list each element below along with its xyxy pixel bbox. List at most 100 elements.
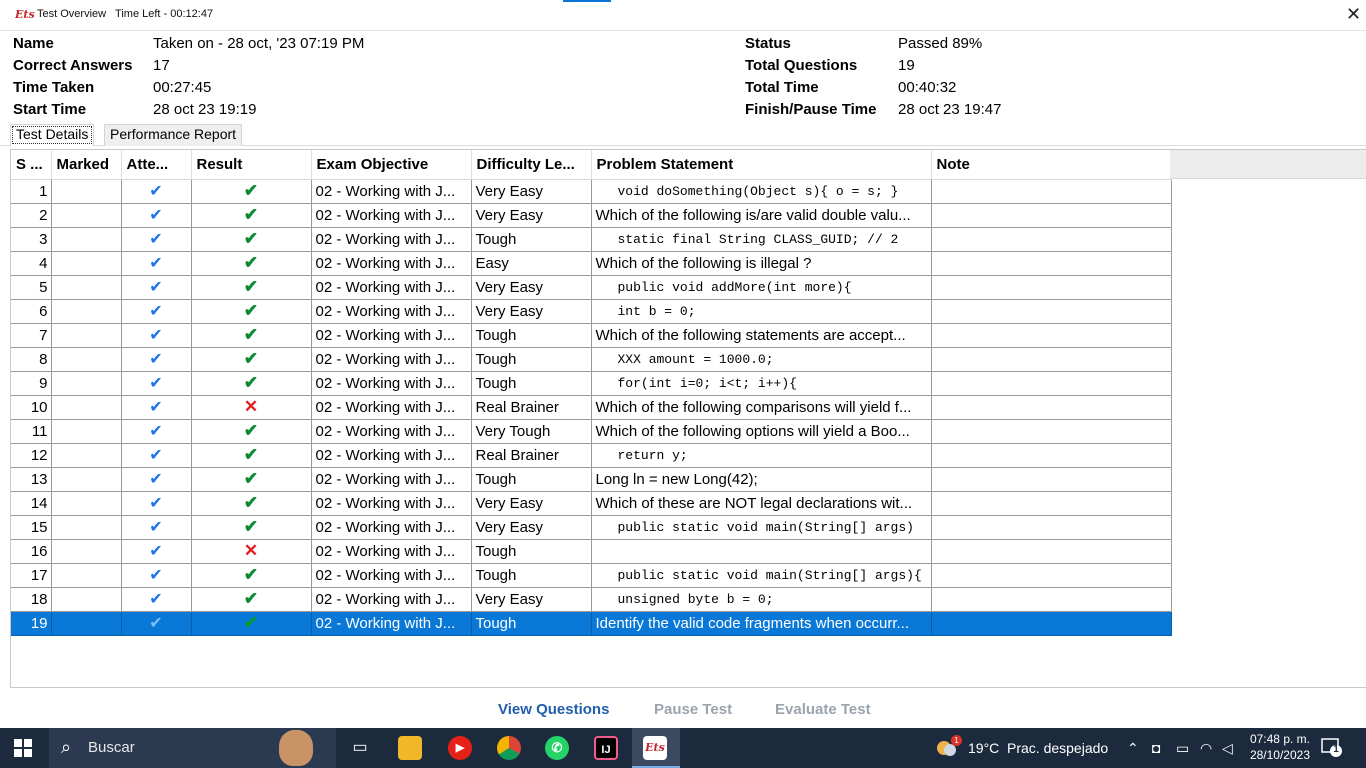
correct-check-icon: ✔ bbox=[243, 325, 259, 344]
cell-exam-objective: 02 - Working with J... bbox=[311, 203, 472, 228]
youtube-music-icon[interactable]: ▶ bbox=[448, 736, 472, 760]
weather-description[interactable]: Prac. despejado bbox=[1007, 740, 1108, 756]
total-time-value: 00:40:32 bbox=[898, 79, 957, 96]
attempted-check-icon: ✔ bbox=[149, 615, 163, 632]
notification-icon[interactable]: 1 bbox=[1320, 737, 1344, 757]
correct-check-icon: ✔ bbox=[243, 205, 259, 224]
table-row[interactable]: 3 ✔ ✔ 02 - Working with J... Tough static fin… bbox=[11, 227, 1172, 252]
table-row[interactable]: 16 ✔ ✕ 02 - Working with J... Tough bbox=[11, 539, 1172, 564]
cell-marked bbox=[51, 227, 122, 252]
cell-exam-objective: 02 - Working with J... bbox=[311, 275, 472, 300]
cell-result: ✔ bbox=[191, 179, 312, 204]
correct-check-icon: ✔ bbox=[243, 301, 259, 320]
cell-difficulty: Real Brainer bbox=[471, 395, 592, 420]
cell-attempted: ✔ bbox=[121, 611, 192, 636]
col-header-serial[interactable]: S ... bbox=[11, 150, 52, 180]
cell-difficulty: Very Tough bbox=[471, 419, 592, 444]
cell-problem-statement: Identify the valid code fragments when o… bbox=[591, 611, 932, 636]
taskbar-clock[interactable]: 07:48 p. m. 28/10/2023 bbox=[1240, 731, 1310, 763]
weather-badge: 1 bbox=[951, 735, 962, 746]
correct-check-icon: ✔ bbox=[243, 253, 259, 272]
cell-difficulty: Very Easy bbox=[471, 515, 592, 540]
col-header-exam-objective[interactable]: Exam Objective bbox=[311, 150, 472, 180]
ets-taskbar-button[interactable]: Ets bbox=[632, 728, 680, 768]
table-row[interactable]: 17 ✔ ✔ 02 - Working with J... Tough public st… bbox=[11, 563, 1172, 588]
col-header-note[interactable]: Note bbox=[931, 150, 1172, 180]
col-header-difficulty[interactable]: Difficulty Le... bbox=[471, 150, 592, 180]
cell-attempted: ✔ bbox=[121, 563, 192, 588]
cell-note bbox=[931, 419, 1172, 444]
cell-problem-statement: public void addMore(int more){ bbox=[591, 275, 932, 300]
col-header-attempted[interactable]: Atte... bbox=[121, 150, 192, 180]
volume-icon[interactable]: ◁ bbox=[1222, 740, 1233, 757]
cell-note bbox=[931, 515, 1172, 540]
file-explorer-icon[interactable] bbox=[398, 736, 422, 760]
wifi-icon[interactable]: ◠ bbox=[1200, 740, 1212, 757]
table-row[interactable]: 15 ✔ ✔ 02 - Working with J... Very Easy publi… bbox=[11, 515, 1172, 540]
cell-attempted: ✔ bbox=[121, 251, 192, 276]
table-row[interactable]: 5 ✔ ✔ 02 - Working with J... Very Easy public… bbox=[11, 275, 1172, 300]
cell-exam-objective: 02 - Working with J... bbox=[311, 587, 472, 612]
attempted-check-icon: ✔ bbox=[149, 495, 163, 512]
table-row[interactable]: 14 ✔ ✔ 02 - Working with J... Very Easy Which… bbox=[11, 491, 1172, 516]
table-row[interactable]: 12 ✔ ✔ 02 - Working with J... Real Brainer re… bbox=[11, 443, 1172, 468]
cell-serial: 12 bbox=[11, 443, 52, 468]
cell-marked bbox=[51, 563, 122, 588]
table-row[interactable]: 7 ✔ ✔ 02 - Working with J... Tough Which of t… bbox=[11, 323, 1172, 348]
chevron-up-icon[interactable]: ⌃ bbox=[1127, 740, 1139, 757]
cell-problem-statement: public static void main(String[] args){ bbox=[591, 563, 932, 588]
table-row[interactable]: 6 ✔ ✔ 02 - Working with J... Very Easy int b … bbox=[11, 299, 1172, 324]
col-header-marked[interactable]: Marked bbox=[51, 150, 122, 180]
taskbar-search[interactable]: ⌕ Buscar bbox=[49, 728, 336, 768]
time-taken-label: Time Taken bbox=[13, 79, 95, 96]
cell-exam-objective: 02 - Working with J... bbox=[311, 539, 472, 564]
table-row[interactable]: 8 ✔ ✔ 02 - Working with J... Tough XXX amount… bbox=[11, 347, 1172, 372]
tab-test-details[interactable]: Test Details bbox=[10, 124, 95, 146]
intellij-icon[interactable]: IJ bbox=[594, 736, 618, 760]
cell-note bbox=[931, 371, 1172, 396]
pause-test-button[interactable]: Pause Test bbox=[654, 701, 732, 718]
finish-time-label: Finish/Pause Time bbox=[745, 101, 877, 118]
table-row[interactable]: 9 ✔ ✔ 02 - Working with J... Tough for(int i=… bbox=[11, 371, 1172, 396]
view-questions-button[interactable]: View Questions bbox=[498, 701, 609, 718]
chrome-icon[interactable] bbox=[497, 736, 521, 760]
cell-serial: 17 bbox=[11, 563, 52, 588]
weather-temp[interactable]: 19°C bbox=[968, 740, 999, 756]
col-header-problem-statement[interactable]: Problem Statement bbox=[591, 150, 932, 180]
cell-attempted: ✔ bbox=[121, 587, 192, 612]
table-row[interactable]: 13 ✔ ✔ 02 - Working with J... Tough Long ln =… bbox=[11, 467, 1172, 492]
correct-check-icon: ✔ bbox=[243, 181, 259, 200]
cell-attempted: ✔ bbox=[121, 227, 192, 252]
evaluate-test-button[interactable]: Evaluate Test bbox=[775, 701, 871, 718]
table-row[interactable]: 10 ✔ ✕ 02 - Working with J... Real Brainer Wh… bbox=[11, 395, 1172, 420]
tab-performance-report[interactable]: Performance Report bbox=[104, 124, 243, 146]
table-row[interactable]: 11 ✔ ✔ 02 - Working with J... Very Tough Whic… bbox=[11, 419, 1172, 444]
table-row[interactable]: 18 ✔ ✔ 02 - Working with J... Very Easy unsig… bbox=[11, 587, 1172, 612]
meet-now-icon[interactable]: ◘ bbox=[1152, 740, 1160, 756]
cell-serial: 18 bbox=[11, 587, 52, 612]
table-row[interactable]: 19 ✔ ✔ 02 - Working with J... Tough Identify … bbox=[11, 611, 1172, 636]
cell-serial: 6 bbox=[11, 299, 52, 324]
cell-difficulty: Very Easy bbox=[471, 299, 592, 324]
whatsapp-icon[interactable]: ✆ bbox=[545, 736, 569, 760]
task-view-icon[interactable]: ▭ bbox=[348, 736, 372, 760]
close-icon[interactable]: ✕ bbox=[1346, 4, 1361, 25]
table-row[interactable]: 1 ✔ ✔ 02 - Working with J... Very Easy void d… bbox=[11, 179, 1172, 204]
status-label: Status bbox=[745, 35, 791, 52]
cell-serial: 14 bbox=[11, 491, 52, 516]
cell-marked bbox=[51, 587, 122, 612]
cell-result: ✔ bbox=[191, 299, 312, 324]
cell-problem-statement: static final String CLASS_GUID; // 2 bbox=[591, 227, 932, 252]
correct-check-icon: ✔ bbox=[243, 445, 259, 464]
cell-difficulty: Tough bbox=[471, 227, 592, 252]
table-row[interactable]: 4 ✔ ✔ 02 - Working with J... Easy Which of th… bbox=[11, 251, 1172, 276]
cell-difficulty: Very Easy bbox=[471, 491, 592, 516]
col-header-result[interactable]: Result bbox=[191, 150, 312, 180]
cell-result: ✕ bbox=[191, 395, 312, 420]
table-row[interactable]: 2 ✔ ✔ 02 - Working with J... Very Easy Which … bbox=[11, 203, 1172, 228]
cell-result: ✔ bbox=[191, 347, 312, 372]
battery-icon[interactable]: ▭ bbox=[1176, 740, 1189, 757]
windows-start-icon[interactable] bbox=[14, 739, 32, 757]
cell-exam-objective: 02 - Working with J... bbox=[311, 563, 472, 588]
attempted-check-icon: ✔ bbox=[149, 231, 163, 248]
